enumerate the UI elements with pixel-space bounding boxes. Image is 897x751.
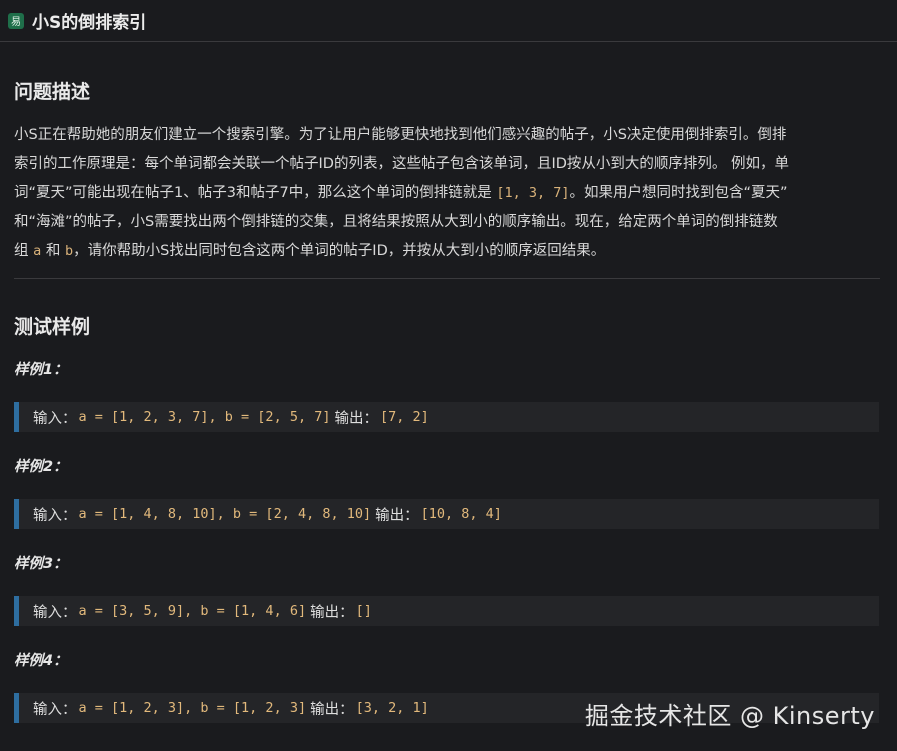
input-prefix: 输入： [33, 410, 77, 427]
input-prefix: 输入： [33, 701, 77, 718]
desc-line-4: 和“海滩”的帖子，小S需要找出两个倒排链的交集，且将结果按照从大到小的顺序输出。… [14, 214, 778, 230]
sample-block: 输入： a = [1, 2, 3, 7], b = [2, 5, 7] 输出： … [14, 402, 879, 432]
sample-input: a = [1, 2, 3], b = [1, 2, 3] [78, 700, 307, 716]
sample-label: 样例2： [14, 459, 68, 475]
sample-label: 样例1： [14, 362, 68, 378]
sample-label: 样例3： [14, 556, 68, 572]
output-prefix: 输出： [310, 701, 354, 718]
input-prefix: 输入： [33, 604, 77, 621]
sample-output: [10, 8, 4] [420, 506, 502, 522]
output-prefix: 输出： [375, 507, 419, 524]
section-divider [14, 278, 880, 279]
watermark: 掘金技术社区 @ Kinserty [584, 702, 875, 730]
desc-line-2: 索引的工作原理是：每个单词都会关联一个帖子ID的列表，这些帖子包含该单词，且ID… [14, 156, 789, 172]
sample-input: a = [3, 5, 9], b = [1, 4, 6] [78, 603, 307, 619]
sample-input: a = [1, 4, 8, 10], b = [2, 4, 8, 10] [78, 506, 372, 522]
sample-block: 输入： a = [3, 5, 9], b = [1, 4, 6] 输出： [] [14, 596, 879, 626]
desc-line-1: 小S正在帮助她的朋友们建立一个搜索引擎。为了让用户能够更快地找到他们感兴趣的帖子… [14, 127, 787, 143]
problem-page: 易 小S的倒排索引 问题描述 小S正在帮助她的朋友们建立一个搜索引擎。为了让用户… [0, 0, 897, 751]
sample-output: [] [355, 603, 372, 619]
problem-description: 小S正在帮助她的朋友们建立一个搜索引擎。为了让用户能够更快地找到他们感兴趣的帖子… [14, 121, 880, 266]
sample-input: a = [1, 2, 3, 7], b = [2, 5, 7] [78, 409, 331, 425]
inline-code: b [64, 243, 74, 259]
sample-label: 样例4： [14, 653, 68, 669]
desc-line-5: 组 a 和 b，请你帮助小S找出同时包含这两个单词的帖子ID，并按从大到小的顺序… [14, 243, 606, 259]
sample-block: 输入： a = [1, 4, 8, 10], b = [2, 4, 8, 10]… [14, 499, 879, 529]
input-prefix: 输入： [33, 507, 77, 524]
tests-heading: 测试样例 [14, 316, 91, 338]
inline-code: [1, 3, 7] [496, 185, 570, 201]
problem-heading: 问题描述 [14, 81, 91, 103]
header-bar: 易 小S的倒排索引 [0, 0, 897, 42]
output-prefix: 输出： [310, 604, 354, 621]
sample-output: [3, 2, 1] [355, 700, 429, 716]
sample-output: [7, 2] [379, 409, 429, 425]
difficulty-badge: 易 [8, 12, 24, 29]
problem-title: 小S的倒排索引 [32, 13, 147, 33]
output-prefix: 输出： [334, 410, 378, 427]
desc-line-3: 词“夏天”可能出现在帖子1、帖子3和帖子7中，那么这个单词的倒排链就是 [1, … [14, 185, 788, 201]
